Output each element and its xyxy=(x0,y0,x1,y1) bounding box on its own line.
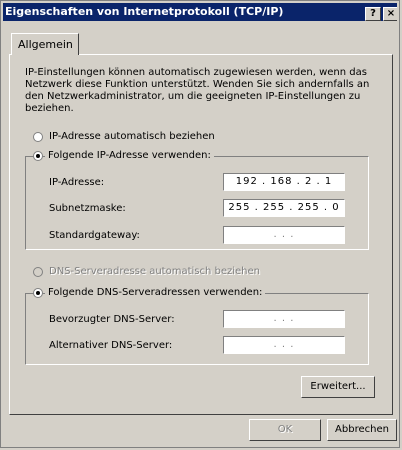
dns-auto-radio xyxy=(33,267,43,277)
dns-manual-radio[interactable] xyxy=(33,288,43,298)
help-button[interactable]: ? xyxy=(365,7,381,21)
ok-button[interactable]: OK xyxy=(249,419,321,441)
title-bar[interactable]: Eigenschaften von Internetprotokoll (TCP… xyxy=(3,3,397,21)
alternate-dns-field[interactable]: . . . xyxy=(223,336,345,354)
preferred-dns-label: Bevorzugter DNS-Server: xyxy=(49,314,175,325)
dialog-window: Eigenschaften von Internetprotokoll (TCP… xyxy=(0,0,400,448)
gateway-field[interactable]: . . . xyxy=(223,226,345,244)
gateway-label: Standardgateway: xyxy=(49,230,140,241)
ip-auto-label[interactable]: IP-Adresse automatisch beziehen xyxy=(49,131,215,143)
dns-group-box xyxy=(25,293,369,365)
window-title: Eigenschaften von Internetprotokoll (TCP… xyxy=(5,5,284,18)
dns-manual-label[interactable]: Folgende DNS-Serveradressen verwenden: xyxy=(45,287,266,299)
tab-allgemein[interactable]: Allgemein xyxy=(11,33,79,55)
close-icon: × xyxy=(386,8,396,19)
advanced-button[interactable]: Erweitert... xyxy=(301,376,375,398)
ip-auto-radio[interactable] xyxy=(33,132,43,142)
cancel-button[interactable]: Abbrechen xyxy=(327,419,397,441)
ip-manual-label[interactable]: Folgende IP-Adresse verwenden: xyxy=(45,150,214,162)
help-icon: ? xyxy=(370,8,376,19)
intro-text: IP-Einstellungen können automatisch zuge… xyxy=(25,67,370,114)
close-button[interactable]: × xyxy=(383,7,397,21)
ip-manual-radio[interactable] xyxy=(33,151,43,161)
alternate-dns-label: Alternativer DNS-Server: xyxy=(49,340,173,351)
subnet-mask-field[interactable]: 255 . 255 . 255 . 0 xyxy=(223,199,345,217)
dns-auto-label: DNS-Serveradresse automatisch beziehen xyxy=(49,266,261,277)
ip-address-field[interactable]: 192 . 168 . 2 . 1 xyxy=(223,173,345,191)
tab-label: Allgemein xyxy=(18,38,73,51)
preferred-dns-field[interactable]: . . . xyxy=(223,310,345,328)
subnet-mask-label: Subnetzmaske: xyxy=(49,203,126,214)
ip-address-label: IP-Adresse: xyxy=(49,177,105,188)
